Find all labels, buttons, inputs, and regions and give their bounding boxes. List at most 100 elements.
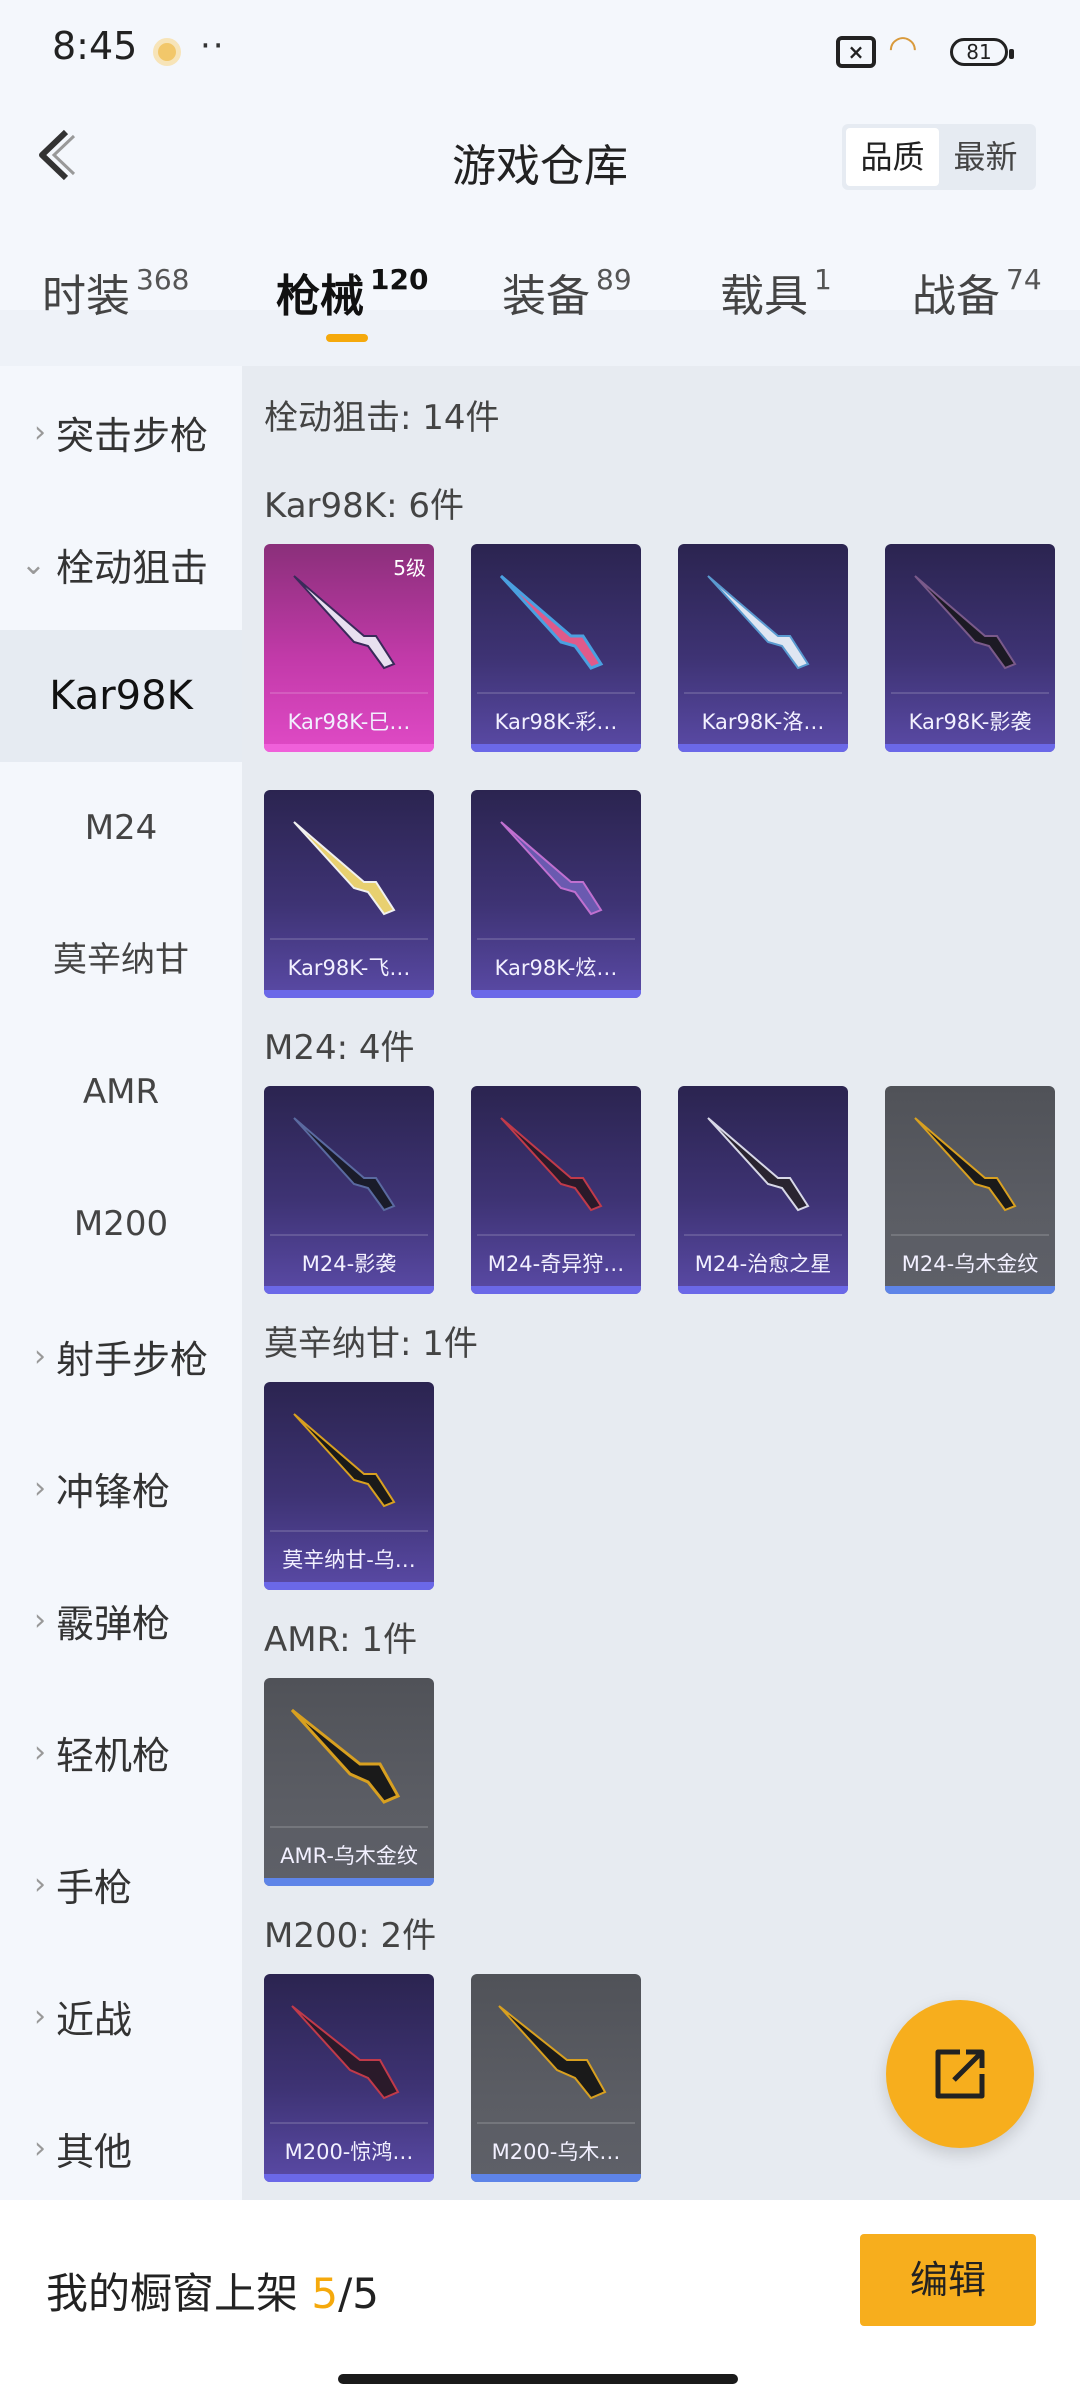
item-card[interactable]: M24-乌木金纹 bbox=[885, 1086, 1055, 1294]
item-card[interactable]: Kar98K-影袭 bbox=[885, 544, 1055, 752]
sidebar-item-shotgun[interactable]: › 霰弹枪 bbox=[0, 1554, 242, 1686]
rifle-icon bbox=[291, 2005, 400, 2100]
rifle-icon bbox=[707, 575, 810, 670]
divider bbox=[270, 1234, 428, 1236]
battery-icon: 81 bbox=[950, 38, 1014, 66]
active-tab-indicator bbox=[326, 334, 368, 342]
sidebar-item-marksman-rifle[interactable]: › 射手步枪 bbox=[0, 1290, 242, 1422]
sidebar-item-pistol[interactable]: › 手枪 bbox=[0, 1818, 242, 1950]
rifle-icon bbox=[500, 1117, 603, 1212]
edit-button[interactable]: 编辑 bbox=[860, 2234, 1036, 2326]
item-card[interactable]: AMR-乌木金纹 bbox=[264, 1678, 434, 1886]
showcase-count-current: 5 bbox=[311, 2269, 339, 2318]
item-card[interactable]: Kar98K-彩… bbox=[471, 544, 641, 752]
item-card[interactable]: Kar98K-炫… bbox=[471, 790, 641, 998]
rifle-icon bbox=[914, 1117, 1017, 1212]
tab-equipment[interactable]: 装备 89 bbox=[502, 260, 632, 324]
sort-newest-button[interactable]: 最新 bbox=[939, 128, 1032, 186]
sidebar-item-lmg[interactable]: › 轻机枪 bbox=[0, 1686, 242, 1818]
item-name: M24-奇异狩… bbox=[487, 1252, 625, 1276]
sidebar-sub-kar98k[interactable]: Kar98K bbox=[0, 630, 242, 762]
quality-bar bbox=[264, 990, 434, 998]
divider bbox=[684, 1234, 842, 1236]
sidebar-sub-m24[interactable]: M24 bbox=[0, 762, 242, 894]
no-sim-icon: × bbox=[836, 36, 876, 68]
quality-bar bbox=[885, 744, 1055, 752]
item-grid[interactable]: 栓动狙击: 14件 Kar98K: 6件 5级 Kar98K-巳… Kar98K… bbox=[242, 366, 1080, 2200]
sidebar: › 突击步枪 ⌄ 栓动狙击 Kar98K M24 莫辛纳甘 AMR M200 ›… bbox=[0, 366, 242, 2200]
quality-bar bbox=[678, 744, 848, 752]
rifle-icon bbox=[293, 1117, 396, 1212]
quality-bar bbox=[264, 1878, 434, 1886]
sidebar-sub-mosin[interactable]: 莫辛纳甘 bbox=[0, 894, 242, 1026]
tab-fashion[interactable]: 时装 368 bbox=[42, 260, 189, 324]
rifle-icon bbox=[707, 1117, 810, 1212]
rifle-icon bbox=[498, 2005, 607, 2100]
divider bbox=[270, 1826, 428, 1828]
sidebar-item-label: 霰弹枪 bbox=[56, 1601, 171, 1646]
chevron-down-icon: ⌄ bbox=[20, 546, 46, 582]
category-tabs: 时装 368 枪械 120 装备 89 载具 1 战备 74 bbox=[0, 260, 1080, 360]
quality-bar bbox=[885, 1286, 1055, 1294]
item-name: 莫辛纳甘-乌… bbox=[282, 1548, 416, 1572]
item-card[interactable]: M24-奇异狩… bbox=[471, 1086, 641, 1294]
section-total-title: 栓动狙击: 14件 bbox=[264, 398, 500, 438]
more-notifications-icon: ·· bbox=[200, 26, 226, 66]
rifle-icon bbox=[500, 821, 603, 916]
tab-label: 载具 bbox=[720, 271, 808, 322]
item-card[interactable]: M200-惊鸿… bbox=[264, 1974, 434, 2182]
sidebar-item-assault-rifle[interactable]: › 突击步枪 bbox=[0, 366, 242, 498]
chevron-right-icon: › bbox=[34, 1866, 46, 1902]
tab-supplies[interactable]: 战备 74 bbox=[912, 260, 1042, 324]
divider bbox=[891, 692, 1049, 694]
item-name: Kar98K-飞… bbox=[287, 956, 411, 980]
item-card[interactable]: M200-乌木… bbox=[471, 1974, 641, 2182]
tab-label: 时装 bbox=[42, 271, 130, 322]
item-name: M24-乌木金纹 bbox=[901, 1252, 1039, 1276]
sidebar-item-other[interactable]: › 其他 bbox=[0, 2082, 242, 2214]
item-name: M200-惊鸿… bbox=[284, 2140, 414, 2164]
tab-vehicles[interactable]: 载具 1 bbox=[720, 260, 832, 324]
quality-bar bbox=[678, 1286, 848, 1294]
item-card[interactable]: Kar98K-飞… bbox=[264, 790, 434, 998]
rifle-icon bbox=[914, 575, 1017, 670]
external-link-icon bbox=[935, 2049, 985, 2099]
sort-quality-button[interactable]: 品质 bbox=[846, 128, 939, 186]
chevron-right-icon: › bbox=[34, 1602, 46, 1638]
item-card[interactable]: 莫辛纳甘-乌… bbox=[264, 1382, 434, 1590]
item-name: Kar98K-洛… bbox=[701, 710, 825, 734]
item-card[interactable]: M24-治愈之星 bbox=[678, 1086, 848, 1294]
item-card[interactable]: 5级 Kar98K-巳… bbox=[264, 544, 434, 752]
item-card[interactable]: M24-影袭 bbox=[264, 1086, 434, 1294]
sidebar-sub-m200[interactable]: M200 bbox=[0, 1158, 242, 1290]
divider bbox=[477, 2122, 635, 2124]
sidebar-item-label: 射手步枪 bbox=[56, 1337, 209, 1382]
item-name: Kar98K-炫… bbox=[494, 956, 618, 980]
home-indicator[interactable] bbox=[338, 2374, 738, 2384]
sidebar-item-smg[interactable]: › 冲锋枪 bbox=[0, 1422, 242, 1554]
item-card[interactable]: Kar98K-洛… bbox=[678, 544, 848, 752]
status-bar: 8:45 ·· × ◠ 81 bbox=[0, 0, 1080, 100]
quality-bar bbox=[471, 990, 641, 998]
sidebar-item-melee[interactable]: › 近战 bbox=[0, 1950, 242, 2082]
sidebar-sub-amr[interactable]: AMR bbox=[0, 1026, 242, 1158]
sidebar-item-label: 突击步枪 bbox=[56, 413, 209, 458]
header: 游戏仓库 品质 最新 时装 368 枪械 120 装备 89 载具 1 战备 74 bbox=[0, 100, 1080, 342]
chevron-right-icon: › bbox=[34, 1338, 46, 1374]
divider bbox=[477, 1234, 635, 1236]
divider bbox=[477, 692, 635, 694]
divider bbox=[270, 1530, 428, 1532]
quality-bar bbox=[264, 2174, 434, 2182]
rifle-icon bbox=[293, 1413, 396, 1508]
sidebar-item-label: 栓动狙击 bbox=[56, 545, 209, 590]
tab-count: 1 bbox=[814, 263, 832, 296]
share-button[interactable] bbox=[886, 2000, 1034, 2148]
section-title-m200: M200: 2件 bbox=[264, 1916, 437, 1956]
section-title-kar98k: Kar98K: 6件 bbox=[264, 486, 464, 526]
tab-label: 枪械 bbox=[276, 271, 364, 322]
item-name: M200-乌木… bbox=[491, 2140, 621, 2164]
divider bbox=[270, 692, 428, 694]
sidebar-item-bolt-sniper[interactable]: ⌄ 栓动狙击 bbox=[0, 498, 242, 630]
tab-firearms[interactable]: 枪械 120 bbox=[276, 260, 428, 324]
sort-toggle: 品质 最新 bbox=[842, 124, 1036, 190]
